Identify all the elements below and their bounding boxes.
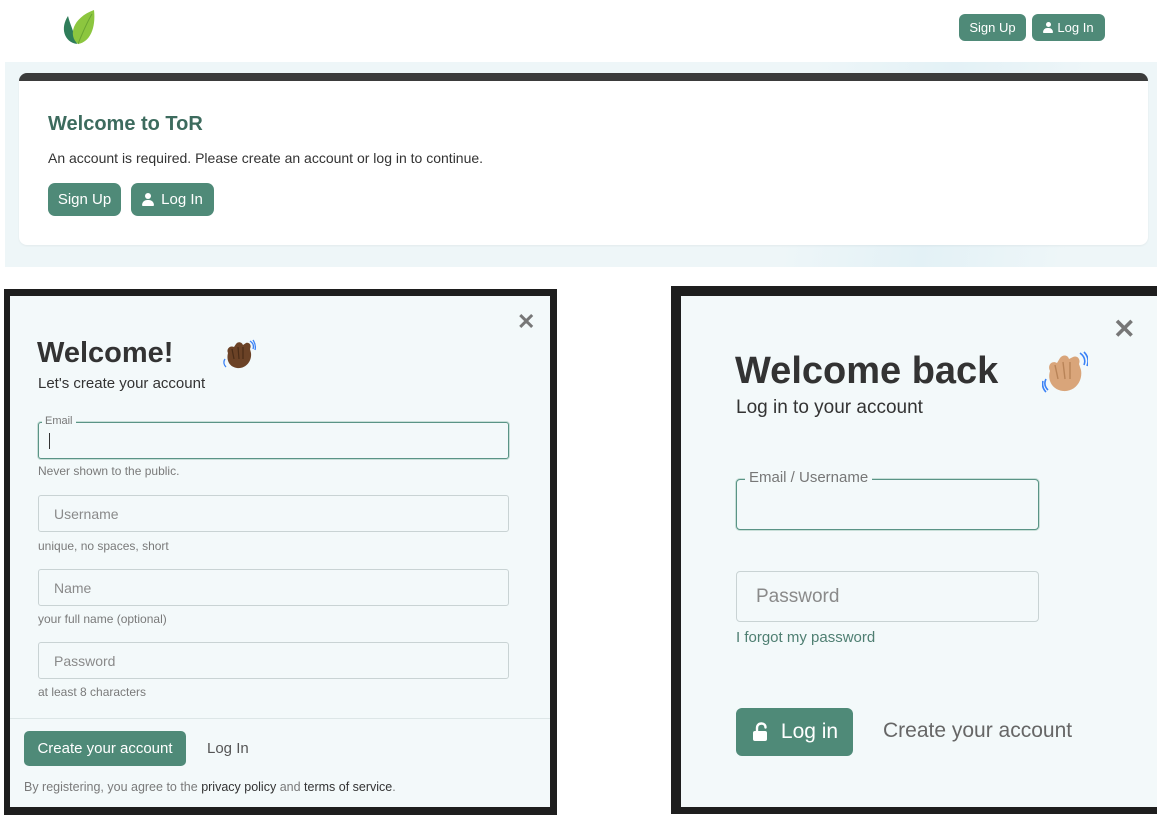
hero-signup-label: Sign Up — [57, 191, 112, 208]
hero-login-button[interactable]: Log In — [131, 183, 214, 216]
signup-username-input[interactable]: Username — [38, 495, 509, 532]
signup-password-placeholder: Password — [54, 652, 116, 669]
login-submit-label: Log in — [780, 720, 839, 743]
signup-subtitle: Let's create your account — [38, 375, 206, 392]
signup-name-placeholder: Name — [54, 579, 92, 596]
login-title: Welcome back — [735, 350, 999, 392]
signup-name-hint: your full name (optional) — [38, 612, 167, 626]
terms-suffix: . — [392, 780, 396, 794]
signup-email-label: Email — [42, 415, 76, 427]
hero-text: An account is required. Please create an… — [48, 150, 484, 166]
create-account-button[interactable]: Create your account — [24, 731, 186, 766]
login-email-input[interactable] — [736, 479, 1039, 530]
nav-signup-button[interactable]: Sign Up — [959, 14, 1026, 41]
signup-username-hint: unique, no spaces, short — [38, 539, 169, 553]
signup-email-hint: Never shown to the public. — [38, 464, 180, 478]
leaf-logo-icon[interactable] — [58, 6, 98, 46]
signup-title: Welcome! — [37, 337, 174, 369]
unlock-icon — [752, 722, 767, 741]
hero-signup-button[interactable]: Sign Up — [48, 183, 121, 216]
user-icon — [142, 193, 155, 206]
signup-username-placeholder: Username — [54, 505, 119, 522]
signup-close-icon[interactable]: ✕ — [517, 311, 535, 333]
login-subtitle: Log in to your account — [736, 397, 923, 418]
login-create-account-link[interactable]: Create your account — [883, 719, 1072, 743]
hero-title: Welcome to ToR — [48, 113, 203, 135]
login-password-placeholder: Password — [756, 585, 840, 607]
top-navbar: Sign Up Log In — [0, 0, 1157, 56]
terms-and: and — [276, 780, 305, 794]
nav-login-label: Log In — [1057, 20, 1094, 35]
nav-login-button[interactable]: Log In — [1032, 14, 1105, 41]
create-account-label: Create your account — [37, 740, 173, 757]
user-icon — [1043, 22, 1054, 33]
signup-password-hint: at least 8 characters — [38, 685, 147, 699]
waving-hand-icon — [223, 339, 256, 369]
login-password-input[interactable]: Password — [736, 571, 1039, 622]
forgot-password-link[interactable]: I forgot my password — [736, 629, 875, 646]
login-close-icon[interactable]: ✕ — [1113, 316, 1136, 343]
signup-login-link[interactable]: Log In — [207, 740, 249, 757]
signup-password-input[interactable]: Password — [38, 642, 509, 679]
login-submit-button[interactable]: Log in — [736, 708, 853, 756]
terms-prefix: By registering, you agree to the — [24, 780, 202, 794]
text-caret — [49, 433, 50, 449]
privacy-policy-link[interactable]: privacy policy — [201, 780, 276, 794]
signup-terms-text: By registering, you agree to the privacy… — [24, 780, 396, 794]
login-email-label: Email / Username — [745, 469, 873, 486]
hero-login-label: Log In — [161, 191, 203, 208]
nav-signup-label: Sign Up — [969, 20, 1016, 35]
signup-name-input[interactable]: Name — [38, 569, 509, 606]
terms-of-service-link[interactable]: terms of service — [304, 780, 392, 794]
signup-email-input[interactable] — [38, 422, 509, 459]
waving-hand-icon — [1042, 351, 1088, 393]
